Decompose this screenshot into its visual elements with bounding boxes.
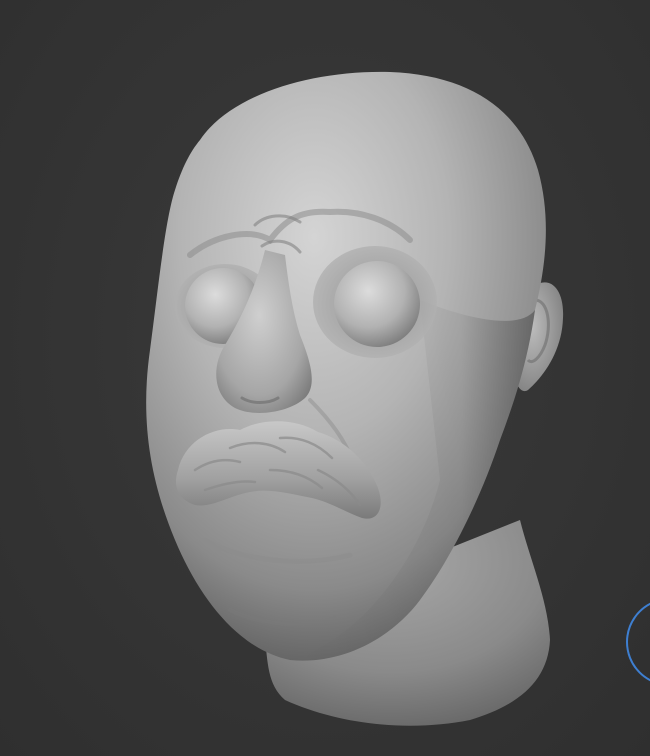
sculpted-head-model[interactable] — [0, 0, 650, 756]
right-eyeball — [334, 261, 420, 347]
3d-viewport[interactable] — [0, 0, 650, 756]
